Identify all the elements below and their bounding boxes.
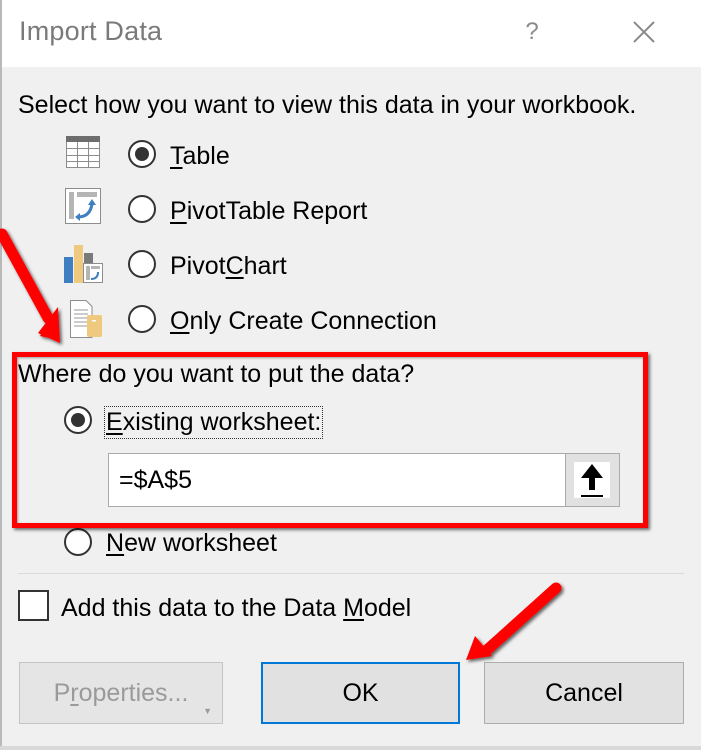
access-key: M [343,594,364,622]
new-worksheet-label[interactable]: New worksheet [106,529,277,558]
dialog-title: Import Data [19,16,163,46]
radio-table[interactable] [128,140,156,168]
properties-button[interactable]: Properties... ▼ [19,662,223,724]
connection-icon [70,300,102,338]
access-key: C [225,252,244,280]
label-part: nly Create Connection [189,307,437,335]
label-part: odel [363,594,412,622]
radio-pivottable[interactable] [128,195,156,223]
label-part: Add this data to the Data [61,594,344,622]
window-bottom-edge [0,746,701,750]
label-part: P [53,679,71,707]
pivotchart-icon [64,245,103,283]
arrow-to-location-section [0,228,60,343]
option-only-connection-label[interactable]: Only Create Connection [170,307,437,336]
close-icon [633,21,655,43]
arrow-to-ok-button [466,582,562,660]
label-part: Pivot [170,252,226,280]
ok-button[interactable]: OK [261,662,460,724]
label-part: able [182,142,230,170]
close-button[interactable] [624,12,664,52]
cancel-button[interactable]: Cancel [484,662,684,724]
label-part: ivotTable Report [186,197,368,225]
access-key: O [170,307,190,335]
label-part: hart [243,252,287,280]
help-button[interactable]: ? [512,12,552,52]
access-key: r [70,679,79,707]
label-part: operties... [78,679,189,707]
option-pivottable-label[interactable]: PivotTable Report [170,197,367,226]
option-pivotchart-label[interactable]: PivotChart [170,252,287,281]
access-key: P [170,197,187,225]
label-part: xisting worksheet: [122,408,322,436]
data-model-checkbox[interactable] [18,590,49,621]
window-border [0,0,2,750]
range-input[interactable] [119,460,559,500]
separator [18,573,684,574]
data-model-label[interactable]: Add this data to the Data Model [61,594,411,623]
option-table-label[interactable]: Table [170,142,230,171]
existing-worksheet-label[interactable]: Existing worksheet: [103,406,324,439]
pivottable-icon [65,188,101,224]
access-key: T [170,142,183,170]
collapse-arrow-up-icon [581,464,603,497]
radio-new-worksheet[interactable] [64,528,92,556]
table-icon [66,136,100,168]
range-input-box [108,453,620,507]
collapse-dialog-button[interactable] [565,454,619,506]
access-key: E [106,408,123,436]
radio-only-connection[interactable] [128,305,156,333]
radio-existing-worksheet[interactable] [64,406,92,434]
access-key: N [106,529,125,557]
dropdown-caret-icon: ▼ [203,706,212,716]
radio-pivotchart[interactable] [128,250,156,278]
view-prompt: Select how you want to view this data in… [18,91,637,119]
title-bar: Import Data ? [2,0,701,67]
label-part: ew worksheet [124,529,277,557]
location-prompt: Where do you want to put the data? [18,360,415,388]
